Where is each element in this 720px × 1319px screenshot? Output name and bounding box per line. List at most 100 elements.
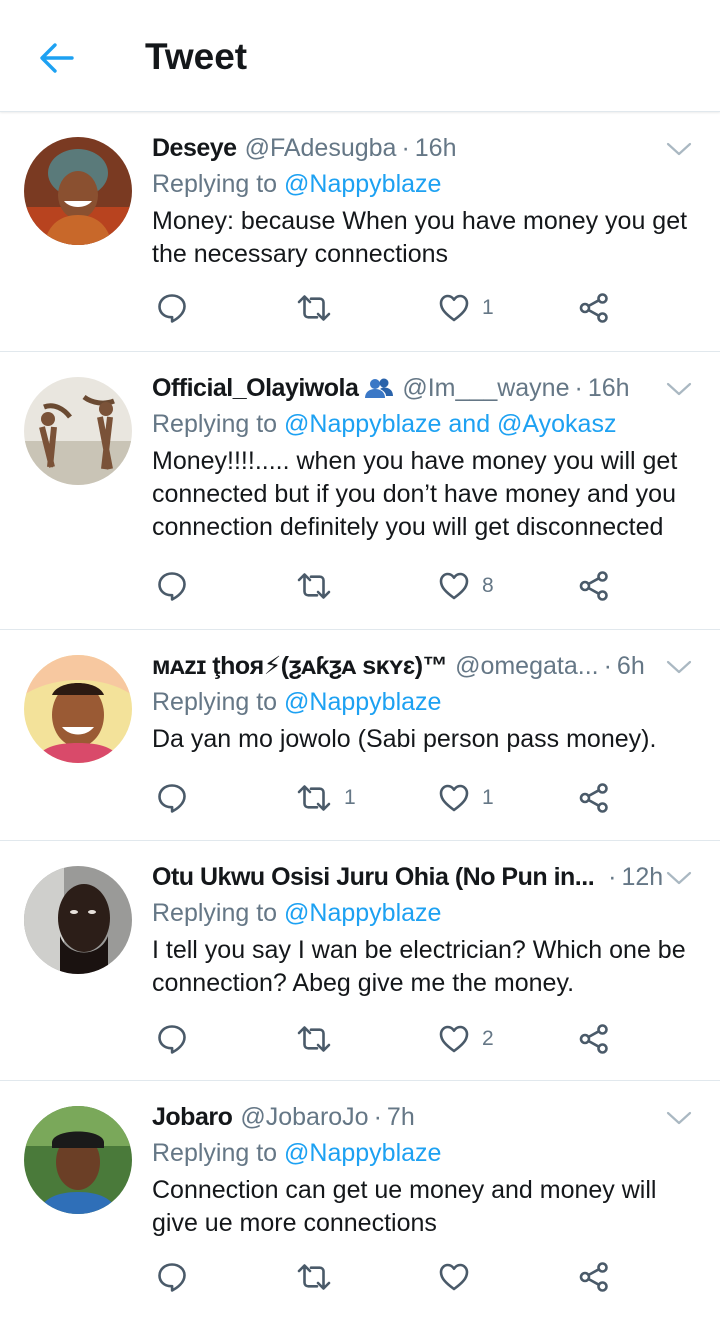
tweet-actions: 2	[152, 1017, 622, 1061]
like-button[interactable]: 1	[438, 286, 494, 330]
avatar[interactable]	[24, 1106, 132, 1214]
avatar[interactable]	[24, 137, 132, 245]
display-name[interactable]: Otu Ukwu Osisi Juru Ohia (No Pun in...	[152, 859, 595, 895]
tweet-text: Da yan mo jowolo (Sabi person pass money…	[152, 725, 657, 753]
like-button[interactable]: 8	[438, 564, 494, 608]
replying-to-label: Replying to	[152, 688, 285, 716]
mention-link[interactable]: @Nappyblaze	[284, 1139, 441, 1167]
reply-button[interactable]	[156, 564, 200, 608]
user-handle[interactable]: @Im___wayne	[402, 370, 569, 406]
share-button[interactable]	[578, 286, 610, 330]
like-count: 2	[482, 1027, 494, 1050]
share-icon	[578, 292, 610, 324]
display-name[interactable]: Official_Olayiwola	[152, 370, 359, 406]
reply-button[interactable]	[156, 776, 200, 820]
user-handle[interactable]: @JobaroJo	[240, 1099, 368, 1135]
tweet-actions: 1	[152, 286, 622, 330]
retweet-count: 1	[344, 786, 356, 809]
replying-to-label: Replying to	[152, 1139, 285, 1167]
chevron-down-icon[interactable]	[666, 136, 692, 162]
avatar[interactable]	[24, 655, 132, 763]
chevron-down-icon[interactable]	[666, 1105, 692, 1131]
timestamp[interactable]: 6h	[617, 648, 645, 684]
timestamp[interactable]: 16h	[588, 370, 630, 406]
tweet-text: Money!!!!..... when you have money you w…	[152, 447, 678, 541]
separator-dot: ·	[401, 134, 410, 162]
retweet-icon	[296, 292, 332, 324]
tweet-text: Connection can get ue money and money wi…	[152, 1176, 657, 1237]
heart-icon	[438, 292, 470, 324]
mention-link[interactable]: @Nappyblaze	[284, 170, 441, 198]
like-button[interactable]: 2	[438, 1017, 494, 1061]
tweet-card[interactable]: Otu Ukwu Osisi Juru Ohia (No Pun in... ·…	[0, 841, 720, 1081]
retweet-button[interactable]	[296, 564, 344, 608]
user-handle[interactable]: @omegata...	[455, 648, 599, 684]
reply-button[interactable]	[156, 1255, 200, 1299]
tweet-card[interactable]: Deseye @FAdesugba · 16h Replying to @Nap…	[0, 112, 720, 352]
display-name[interactable]: Deseye	[152, 130, 237, 166]
tweet-text: Money: because When you have money you g…	[152, 207, 688, 268]
tweet-card[interactable]: Jobaro @JobaroJo · 7h Replying to @Nappy…	[0, 1081, 720, 1319]
retweet-icon	[296, 570, 332, 602]
share-button[interactable]	[578, 564, 610, 608]
page-title: Tweet	[145, 36, 248, 77]
retweet-icon	[296, 1023, 332, 1055]
reply-bubble-icon	[156, 570, 188, 602]
mention-link[interactable]: @Nappyblaze	[284, 899, 441, 927]
retweet-button[interactable]	[296, 286, 344, 330]
replying-to: Replying to @Nappyblaze	[152, 166, 690, 202]
share-button[interactable]	[578, 1017, 610, 1061]
reply-button[interactable]	[156, 286, 200, 330]
replying-to: Replying to @Nappyblaze	[152, 895, 690, 931]
reply-bubble-icon	[156, 1261, 188, 1293]
tweet-actions: 8	[152, 564, 622, 608]
heart-icon	[438, 1023, 470, 1055]
heart-icon	[438, 570, 470, 602]
mention-link[interactable]: @Nappyblaze and @Ayokasz	[284, 410, 616, 438]
chevron-down-icon[interactable]	[666, 865, 692, 891]
avatar[interactable]	[24, 866, 132, 974]
share-button[interactable]	[578, 776, 610, 820]
replying-to: Replying to @Nappyblaze	[152, 1135, 690, 1171]
share-button[interactable]	[578, 1255, 610, 1299]
separator-dot: ·	[603, 652, 612, 680]
share-icon	[578, 570, 610, 602]
retweet-button[interactable]	[296, 1017, 344, 1061]
like-button[interactable]	[438, 1255, 482, 1299]
back-arrow-icon	[40, 43, 74, 73]
like-count: 1	[482, 296, 494, 319]
heart-icon	[438, 782, 470, 814]
tweet-actions: 11	[152, 776, 622, 820]
display-name[interactable]: ᴍᴀᴢɪ ţhoя⚡(ƺᴀƙƺᴀ sᴋʏɛ)™	[152, 648, 447, 684]
chevron-down-icon[interactable]	[666, 654, 692, 680]
like-count: 1	[482, 786, 494, 809]
timestamp[interactable]: 12h	[621, 859, 663, 895]
reply-bubble-icon	[156, 782, 188, 814]
tweet-card[interactable]: ᴍᴀᴢɪ ţhoя⚡(ƺᴀƙƺᴀ sᴋʏɛ)™ @omegata... · 6h…	[0, 630, 720, 841]
reply-button[interactable]	[156, 1017, 200, 1061]
timestamp[interactable]: 16h	[415, 130, 457, 166]
timestamp[interactable]: 7h	[387, 1099, 415, 1135]
retweet-icon	[296, 782, 332, 814]
separator-dot: ·	[373, 1103, 382, 1131]
display-name[interactable]: Jobaro	[152, 1099, 233, 1135]
top-bar: Tweet	[0, 0, 720, 112]
tweet-actions	[152, 1255, 622, 1299]
share-icon	[578, 1023, 610, 1055]
separator-dot: ·	[608, 863, 617, 891]
chevron-down-icon[interactable]	[666, 376, 692, 402]
reply-bubble-icon	[156, 1023, 188, 1055]
replying-to-label: Replying to	[152, 410, 285, 438]
retweet-button[interactable]: 1	[296, 776, 356, 820]
share-icon	[578, 782, 610, 814]
replying-to-label: Replying to	[152, 899, 285, 927]
avatar[interactable]	[24, 377, 132, 485]
replying-to: Replying to @Nappyblaze	[152, 684, 690, 720]
like-button[interactable]: 1	[438, 776, 494, 820]
tweet-card[interactable]: Official_Olayiwola @Im___wayne · 16h Rep…	[0, 352, 720, 630]
back-button[interactable]	[34, 36, 78, 80]
retweet-icon	[296, 1261, 332, 1293]
retweet-button[interactable]	[296, 1255, 344, 1299]
user-handle[interactable]: @FAdesugba	[245, 130, 397, 166]
mention-link[interactable]: @Nappyblaze	[284, 688, 441, 716]
